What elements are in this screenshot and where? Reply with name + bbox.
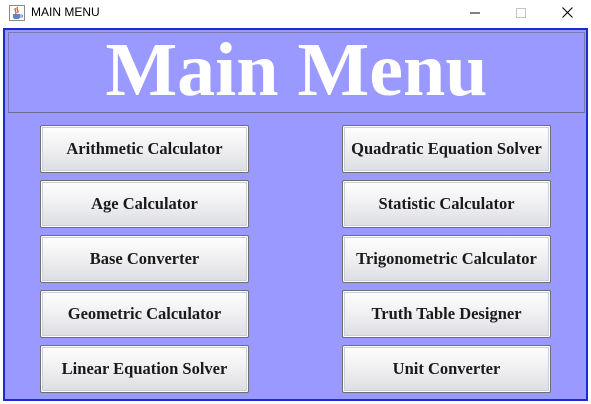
quadratic-equation-solver-button[interactable]: Quadratic Equation Solver: [342, 125, 551, 173]
close-icon: [561, 5, 573, 23]
header-panel: Main Menu: [8, 32, 585, 113]
main-panel: Main Menu Arithmetic Calculator Age Calc…: [3, 28, 588, 401]
minimize-button[interactable]: [452, 0, 498, 27]
app-window: MAIN MENU Main Menu Arithmetic Calculato…: [0, 0, 591, 404]
truth-table-designer-button[interactable]: Truth Table Designer: [342, 290, 551, 338]
close-button[interactable]: [544, 0, 590, 27]
unit-converter-button[interactable]: Unit Converter: [342, 345, 551, 393]
arithmetic-calculator-button[interactable]: Arithmetic Calculator: [40, 125, 249, 173]
base-converter-button[interactable]: Base Converter: [40, 235, 249, 283]
trigonometric-calculator-button[interactable]: Trigonometric Calculator: [342, 235, 551, 283]
statistic-calculator-button[interactable]: Statistic Calculator: [342, 180, 551, 228]
page-title: Main Menu: [105, 27, 488, 112]
window-title: MAIN MENU: [31, 5, 100, 19]
linear-equation-solver-button[interactable]: Linear Equation Solver: [40, 345, 249, 393]
java-cup-icon[interactable]: [9, 5, 25, 21]
maximize-button[interactable]: [498, 0, 544, 27]
title-bar[interactable]: MAIN MENU: [0, 0, 591, 27]
minimize-icon: [470, 5, 480, 23]
maximize-icon: [516, 5, 526, 23]
age-calculator-button[interactable]: Age Calculator: [40, 180, 249, 228]
geometric-calculator-button[interactable]: Geometric Calculator: [40, 290, 249, 338]
